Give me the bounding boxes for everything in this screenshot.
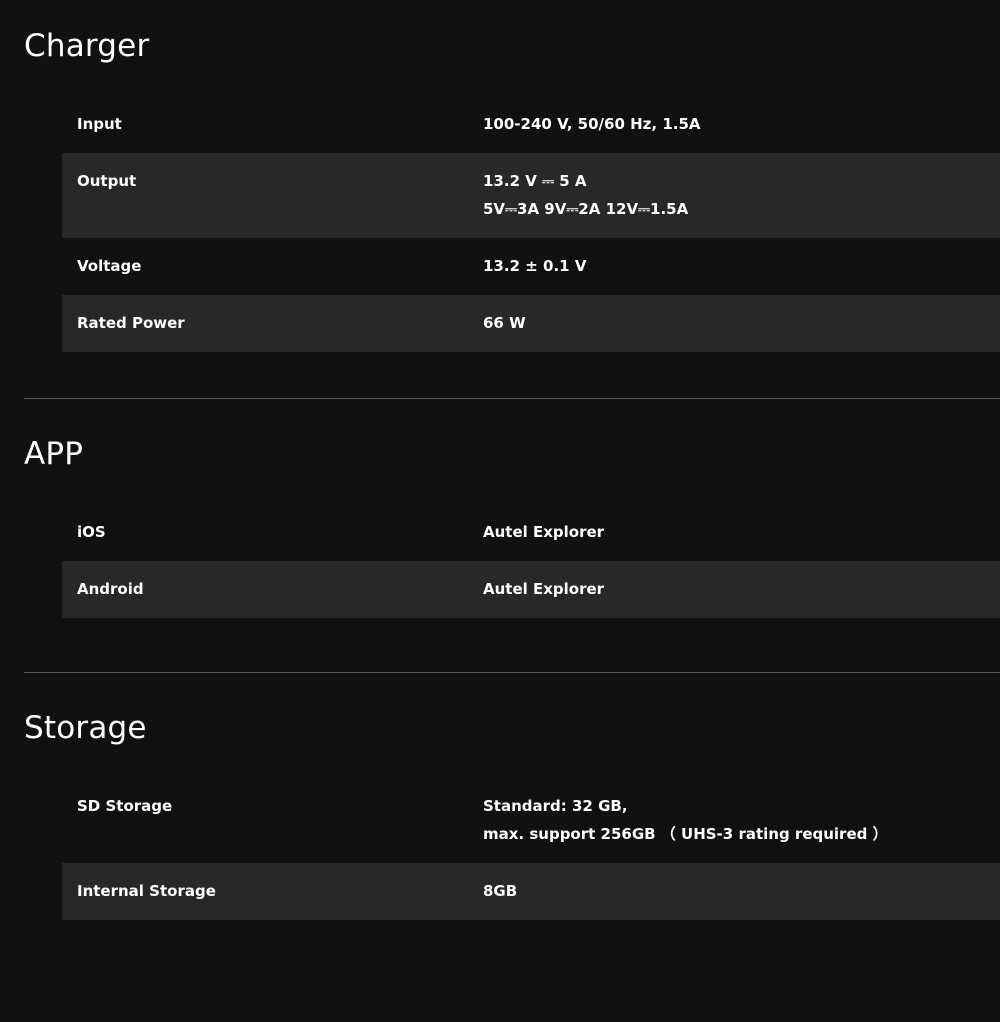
spec-row-ios: iOS Autel Explorer <box>62 504 1000 561</box>
section-divider <box>24 398 1000 399</box>
spec-value-line: Autel Explorer <box>483 523 605 541</box>
spec-value: Autel Explorer <box>483 575 1000 603</box>
spec-value-line: 8GB <box>483 882 518 900</box>
section-divider <box>24 672 1000 673</box>
spec-label: Voltage <box>77 257 142 275</box>
section-title-charger: Charger <box>24 28 150 64</box>
spec-value: 100-240 V, 50/60 Hz, 1.5A <box>483 110 1000 138</box>
spec-value-line: Autel Explorer <box>483 580 605 598</box>
spec-value: Standard: 32 GB, max. support 256GB （ UH… <box>483 792 1000 848</box>
spec-label: iOS <box>77 523 106 541</box>
section-title-storage: Storage <box>24 710 147 746</box>
spec-row-input: Input 100-240 V, 50/60 Hz, 1.5A <box>62 96 1000 153</box>
spec-label: Android <box>77 580 144 598</box>
spec-value-line: 5V⎓3A 9V⎓2A 12V⎓1.5A <box>483 200 689 218</box>
spec-label: Internal Storage <box>77 882 216 900</box>
spec-value: Autel Explorer <box>483 518 1000 546</box>
spec-value: 13.2 V ⎓ 5 A 5V⎓3A 9V⎓2A 12V⎓1.5A <box>483 167 1000 223</box>
spec-value: 66 W <box>483 309 1000 337</box>
spec-value-line: 66 W <box>483 314 526 332</box>
spec-value: 8GB <box>483 877 1000 905</box>
spec-table-storage: SD Storage Standard: 32 GB, max. support… <box>62 778 1000 920</box>
spec-row-sd-storage: SD Storage Standard: 32 GB, max. support… <box>62 778 1000 863</box>
spec-row-output: Output 13.2 V ⎓ 5 A 5V⎓3A 9V⎓2A 12V⎓1.5A <box>62 153 1000 238</box>
spec-label: Output <box>77 172 137 190</box>
spec-row-rated-power: Rated Power 66 W <box>62 295 1000 352</box>
spec-row-internal-storage: Internal Storage 8GB <box>62 863 1000 920</box>
spec-value-line: Standard: 32 GB, <box>483 797 628 815</box>
spec-row-android: Android Autel Explorer <box>62 561 1000 618</box>
spec-label: SD Storage <box>77 797 173 815</box>
spec-value-line: max. support 256GB （ UHS-3 rating requir… <box>483 825 888 843</box>
spec-value: 13.2 ± 0.1 V <box>483 252 1000 280</box>
spec-value-line: 100-240 V, 50/60 Hz, 1.5A <box>483 115 701 133</box>
spec-value-line: 13.2 ± 0.1 V <box>483 257 587 275</box>
spec-row-voltage: Voltage 13.2 ± 0.1 V <box>62 238 1000 295</box>
spec-table-app: iOS Autel Explorer Android Autel Explore… <box>62 504 1000 618</box>
spec-value-line: 13.2 V ⎓ 5 A <box>483 172 587 190</box>
spec-label: Input <box>77 115 122 133</box>
section-title-app: APP <box>24 436 84 472</box>
spec-table-charger: Input 100-240 V, 50/60 Hz, 1.5A Output 1… <box>62 96 1000 352</box>
spec-label: Rated Power <box>77 314 185 332</box>
